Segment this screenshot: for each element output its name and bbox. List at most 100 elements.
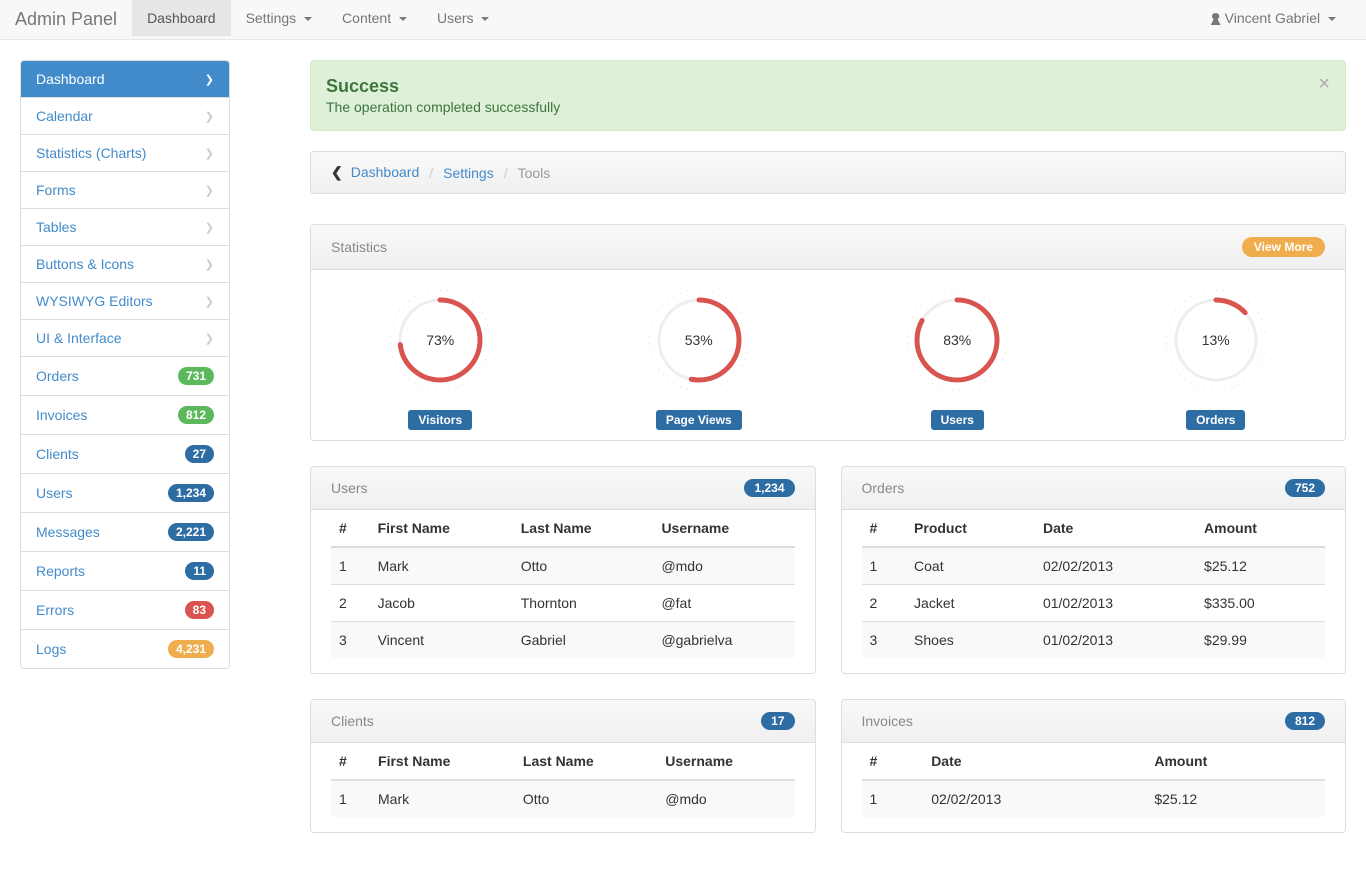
table-row[interactable]: 2JacobThornton@fat [331,585,795,622]
table-cell: Jacket [906,585,1035,622]
users-title: Users [331,480,368,496]
dial-value: 73% [426,332,454,348]
view-more-button[interactable]: View More [1242,237,1325,257]
sidebar-item-tables[interactable]: Tables ❯ [21,209,229,246]
table-cell: Thornton [513,585,654,622]
chevron-right-icon: ❯ [205,73,214,86]
column-header: Last Name [515,743,657,780]
sidebar-item-label: UI & Interface [36,330,122,346]
column-header: Date [923,743,1146,780]
table-cell: @fat [653,585,794,622]
table-cell: Mark [370,547,513,585]
column-header: Username [653,510,794,547]
table-cell: 1 [862,780,924,817]
table-row[interactable]: 2Jacket01/02/2013$335.00 [862,585,1326,622]
user-name: Vincent Gabriel [1225,10,1320,26]
chevron-right-icon: ❯ [205,295,214,308]
column-header: First Name [370,743,515,780]
table-cell: 2 [862,585,907,622]
sidebar-item-dashboard[interactable]: Dashboard ❯ [21,61,229,98]
table-cell: Otto [513,547,654,585]
sidebar-item-buttons-icons[interactable]: Buttons & Icons❯ [21,246,229,283]
table-cell: 2 [331,585,370,622]
sidebar-item-label: Dashboard [36,71,105,87]
stat-page-views: 53% Page Views [644,285,754,430]
alert-message: The operation completed successfully [326,99,560,115]
caret-icon [481,17,489,21]
table-cell: @gabrielva [653,622,794,659]
caret-icon [304,17,312,21]
sidebar-item-users[interactable]: Users1,234 [21,474,229,513]
table-row[interactable]: 3VincentGabriel@gabrielva [331,622,795,659]
user-menu[interactable]: Vincent Gabriel [1196,0,1351,36]
breadcrumb-item[interactable]: Settings [419,165,493,181]
table-cell: Otto [515,780,657,817]
sidebar-item-label: Statistics (Charts) [36,145,146,161]
table-cell: Vincent [370,622,513,659]
stat-users: 83% Users [902,285,1012,430]
sidebar-badge: 83 [185,601,214,619]
sidebar-item-wysiwyg-editors[interactable]: WYSIWYG Editors❯ [21,283,229,320]
chevron-right-icon: ❯ [205,184,214,197]
sidebar-item-label: Forms [36,182,76,198]
table-row[interactable]: 102/02/2013$25.12 [862,780,1326,817]
table-row[interactable]: 1Coat02/02/2013$25.12 [862,547,1326,585]
table-row[interactable]: 1MarkOtto@mdo [331,780,795,817]
chevron-right-icon: ❯ [205,332,214,345]
sidebar-item-reports[interactable]: Reports11 [21,552,229,591]
breadcrumb-item[interactable]: ❮Dashboard [331,164,419,181]
stat-orders: 13% Orders [1161,285,1271,430]
sidebar-item-messages[interactable]: Messages2,221 [21,513,229,552]
orders-badge: 752 [1285,479,1325,497]
sidebar-item-clients[interactable]: Clients27 [21,435,229,474]
nav-item-users[interactable]: Users [422,0,504,36]
column-header: # [862,510,907,547]
nav-item-dashboard[interactable]: Dashboard [132,0,231,36]
users-table: #First NameLast NameUsername1MarkOtto@md… [331,510,795,658]
table-cell: $25.12 [1146,780,1325,817]
breadcrumb-item: Tools [494,165,551,181]
stat-label: Orders [1186,410,1245,430]
table-cell: 1 [862,547,907,585]
sidebar-badge: 1,234 [168,484,214,502]
sidebar-item-logs[interactable]: Logs4,231 [21,630,229,668]
caret-icon [399,17,407,21]
stat-label: Visitors [408,410,472,430]
clients-table: #First NameLast NameUsername1MarkOtto@md… [331,743,795,817]
nav-main: Dashboard Settings Content Users [132,0,504,39]
column-header: # [331,743,370,780]
sidebar-item-label: Tables [36,219,76,235]
dial: 53% [644,285,754,395]
sidebar-item-statistics-charts-[interactable]: Statistics (Charts)❯ [21,135,229,172]
table-cell: 3 [862,622,907,659]
sidebar-item-errors[interactable]: Errors 83 [21,591,229,630]
nav-user: Vincent Gabriel [1196,0,1351,39]
dial-value: 83% [943,332,971,348]
column-header: Last Name [513,510,654,547]
sidebar-item-invoices[interactable]: Invoices812 [21,396,229,435]
nav-item-content[interactable]: Content [327,0,422,36]
sidebar-item-label: Errors [36,602,74,618]
column-header: Amount [1146,743,1325,780]
sidebar-item-label: Invoices [36,407,87,423]
sidebar-item-calendar[interactable]: Calendar❯ [21,98,229,135]
sidebar-item-label: Calendar [36,108,93,124]
table-row[interactable]: 3Shoes01/02/2013$29.99 [862,622,1326,659]
dial: 73% [385,285,495,395]
nav-item-settings[interactable]: Settings [231,0,327,36]
brand[interactable]: Admin Panel [15,0,132,39]
navbar: Admin Panel Dashboard Settings Content U… [0,0,1366,40]
table-cell: 02/02/2013 [923,780,1146,817]
alert-close-button[interactable]: × [1318,73,1330,96]
user-icon [1211,13,1221,25]
sidebar-item-ui-interface[interactable]: UI & Interface ❯ [21,320,229,357]
clients-panel: Clients 17 #First NameLast NameUsername1… [310,699,816,833]
sidebar-item-label: Reports [36,563,85,579]
sidebar-item-orders[interactable]: Orders731 [21,357,229,396]
chevron-right-icon: ❯ [205,221,214,234]
table-row[interactable]: 1MarkOtto@mdo [331,547,795,585]
table-cell: Jacob [370,585,513,622]
column-header: First Name [370,510,513,547]
statistics-panel: Statistics View More 73% Visitors 53% Pa… [310,224,1346,441]
sidebar-item-forms[interactable]: Forms ❯ [21,172,229,209]
